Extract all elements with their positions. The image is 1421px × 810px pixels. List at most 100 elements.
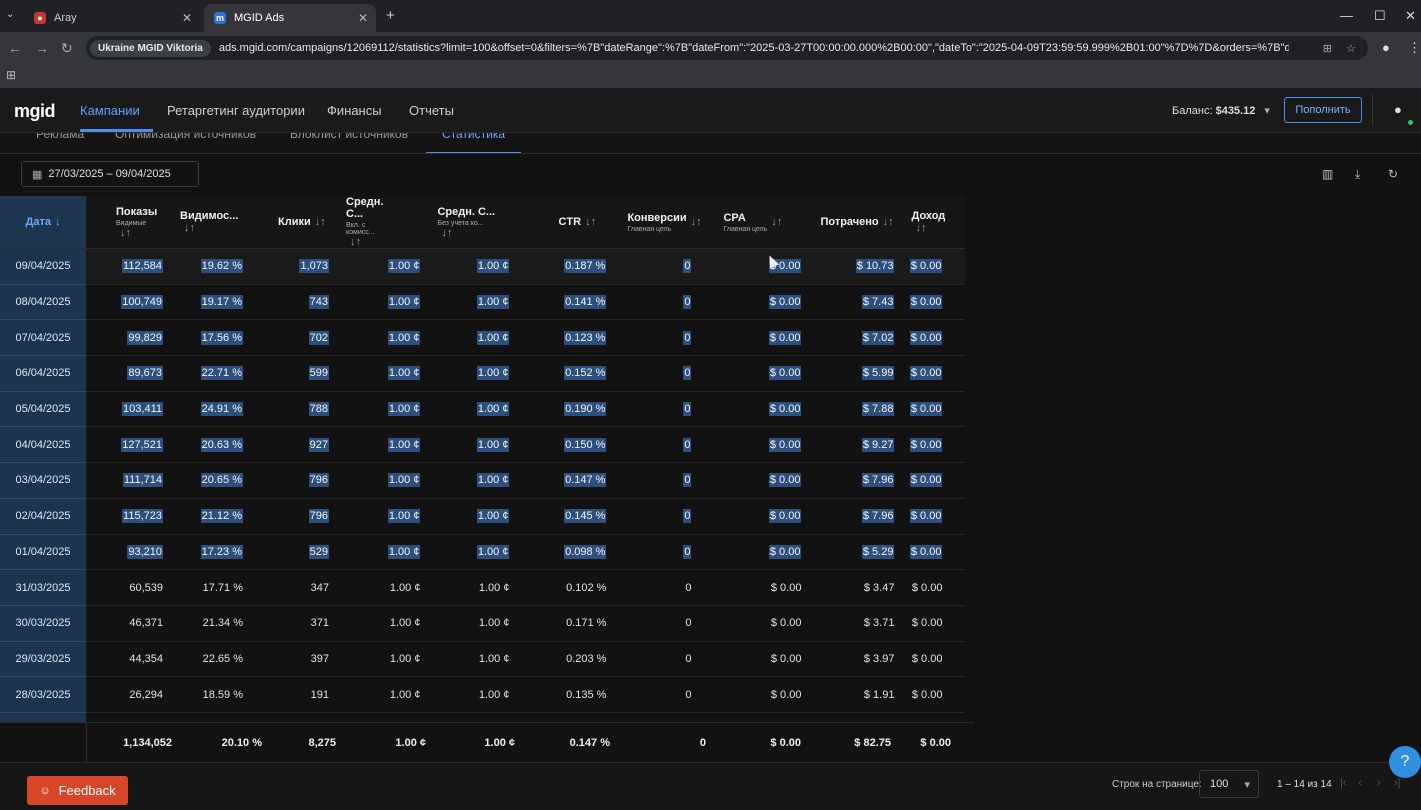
cell-value: $ 7.96 [861,509,895,524]
help-chat-icon[interactable]: ? [1389,746,1421,778]
subtab-statistics[interactable]: Статистика [442,133,505,141]
site-info-chip[interactable]: Ukraine MGID Viktoria [90,39,211,57]
new-tab-icon[interactable]: + [386,7,395,24]
browser-menu-icon[interactable]: ⋮ [1408,40,1421,56]
stat-cell: 93,210 [86,534,176,571]
forward-icon[interactable]: → [35,40,49,56]
date-range-picker[interactable]: ▦ 27/03/2025 – 09/04/2025 [21,161,199,187]
subtab-ads[interactable]: Реклама [36,133,84,141]
tab-search-icon[interactable]: ⌄ [6,9,14,20]
column-header[interactable]: Конверсии Главная цель ↓↑ [619,196,716,249]
subtab-source-blocklist[interactable]: Блоклист источников [290,133,408,141]
table-row[interactable]: 05/04/2025 103,411 24.91 % 788 1.00 ¢ 1.00 ¢ 0… [0,391,966,428]
columns-icon[interactable]: ▥ [1322,167,1333,181]
table-row[interactable]: 09/04/2025 112,584 19.62 % 1,073 1.00 ¢ 1.00 … [0,248,966,285]
date-cell: 08/04/2025 [0,284,86,321]
cell-value: 1.00 ¢ [387,330,421,345]
table-row[interactable]: 28/03/2025 26,294 18.59 % 191 1.00 ¢ 1.00 ¢ 0.… [0,676,966,713]
table-row[interactable]: 04/04/2025 127,521 20.63 % 927 1.00 ¢ 1.00 ¢ 0… [0,426,966,464]
date-cell: 30/03/2025 [0,605,86,642]
cell-value: $ 0.00 [911,688,943,701]
omnibox[interactable]: Ukraine MGID Viktoria ads.mgid.com/campa… [86,36,1368,60]
cell-value: 1.00 ¢ [387,544,421,559]
tab-aray[interactable]: ● Aray ✕ [24,4,200,32]
stat-cell: 1.00 ¢ [342,462,434,499]
column-header[interactable]: Видимос...↓↑ [176,196,266,249]
bookmark-star-icon[interactable]: ☆ [1346,42,1356,55]
stat-cell: 17.71 % [176,569,266,606]
table-row[interactable]: 03/04/2025 111,714 20.65 % 796 1.00 ¢ 1.00 ¢ 0… [0,462,966,499]
tab-mgid-ads[interactable]: m MGID Ads ✕ [204,4,376,32]
close-icon[interactable]: ✕ [358,11,368,25]
nav-retargeting[interactable]: Ретаргетинг аудитории [167,103,305,118]
apps-grid-icon[interactable]: ⊞ [6,68,16,82]
column-title: Показы [116,205,158,218]
subtab-source-optimization[interactable]: Оптимизация источников [115,133,256,141]
column-header[interactable]: Потрачено ↓↑ [814,196,908,249]
download-icon[interactable]: ⤓ [1355,167,1360,182]
url-text[interactable]: ads.mgid.com/campaigns/12069112/statisti… [219,42,1289,54]
stat-cell: 26,294 [86,676,176,713]
translate-icon[interactable]: ⊞ [1323,42,1332,55]
stat-cell: 0 [619,426,716,464]
stat-cell: 19.17 % [176,284,266,321]
table-row[interactable]: 31/03/2025 60,539 17.71 % 347 1.00 ¢ 1.00 ¢ 0.… [0,569,966,606]
topup-button[interactable]: Пополнить [1284,97,1362,123]
reload-icon[interactable]: ↻ [61,40,73,57]
column-header[interactable]: Доход↓↑ [907,196,966,249]
table-row[interactable]: 29/03/2025 44,354 22.65 % 397 1.00 ¢ 1.00 ¢ 0.… [0,641,966,678]
balance-dropdown[interactable]: Баланс: $435.12 ▾ [1172,104,1270,117]
cell-value: $ 0.00 [909,437,943,452]
stat-cell: 1.00 ¢ [342,248,434,285]
column-header[interactable]: Средн. С... Без учета ко... ↓↑ [433,196,523,249]
cell-value: $ 0.00 [909,544,943,559]
refresh-icon[interactable]: ↻ [1388,167,1398,181]
nav-reports[interactable]: Отчеты [409,103,454,118]
cell-value: 93,210 [127,544,163,559]
table-row[interactable]: 02/04/2025 115,723 21.12 % 796 1.00 ¢ 1.00 ¢ 0… [0,498,966,535]
column-header[interactable]: Дата ↓ [0,196,86,249]
window-close-icon[interactable]: ✕ [1405,8,1416,24]
sort-icon: ↓↑ [441,226,453,239]
cell-value: $ 7.02 [861,330,895,345]
column-header[interactable]: Показы Видимые ↓↑ [86,196,176,249]
table-row[interactable]: 08/04/2025 100,749 19.17 % 743 1.00 ¢ 1.00 ¢ 0… [0,284,966,321]
column-header[interactable]: CTR ↓↑ [522,196,620,249]
stat-cell: 0 [619,462,716,499]
back-icon[interactable]: ← [8,40,22,56]
total-value: $ 0.00 [770,737,801,749]
table-row[interactable]: 30/03/2025 46,371 21.34 % 371 1.00 ¢ 1.00 ¢ 0.… [0,605,966,642]
user-account-icon[interactable]: ● [1394,102,1402,117]
column-header[interactable]: Средн. С... Вкл. с комисс... ↓↑ [342,196,434,249]
next-page-icon[interactable]: › [1377,777,1381,789]
feedback-button[interactable]: ☺ Feedback [27,776,128,805]
tab-title: Aray [54,12,77,24]
last-page-icon[interactable]: ›| [1394,777,1401,789]
table-row[interactable]: 01/04/2025 93,210 17.23 % 529 1.00 ¢ 1.00 ¢ 0.… [0,534,966,571]
column-header[interactable]: CPA Главная цель ↓↑ [715,196,815,249]
nav-campaigns[interactable]: Кампании [80,103,140,118]
nav-finance[interactable]: Финансы [327,103,382,118]
mgid-logo[interactable]: mgid [14,101,56,122]
profile-icon[interactable]: ● [1382,40,1390,55]
cell-value: 0 [685,581,692,594]
table-row[interactable]: 07/04/2025 99,829 17.56 % 702 1.00 ¢ 1.00 ¢ 0.… [0,319,966,357]
cell-value: 0 [683,295,692,310]
stat-cell: $ 0.00 [715,462,815,499]
prev-page-icon[interactable]: ‹ [1358,777,1362,789]
rows-per-page-select[interactable]: 100 ▾ [1199,770,1259,798]
stat-cell: 599 [266,355,342,392]
maximize-icon[interactable]: ☐ [1374,8,1386,24]
pager-info: 1 – 14 из 14 [1277,779,1332,790]
column-title: Средн. С... [437,205,496,218]
sort-icon: ↓↑ [915,222,927,235]
first-page-icon[interactable]: |‹ [1340,777,1347,789]
cell-value: 19.62 % [200,259,243,274]
table-row[interactable]: 06/04/2025 89,673 22.71 % 599 1.00 ¢ 1.00 ¢ 0.… [0,355,966,392]
online-status-icon [1408,120,1413,125]
stat-cell: $ 0.00 [907,534,966,571]
minimize-icon[interactable]: — [1340,8,1353,23]
close-icon[interactable]: ✕ [182,11,192,25]
column-header[interactable]: Клики ↓↑ [266,196,342,249]
cell-value: 0 [683,509,692,524]
